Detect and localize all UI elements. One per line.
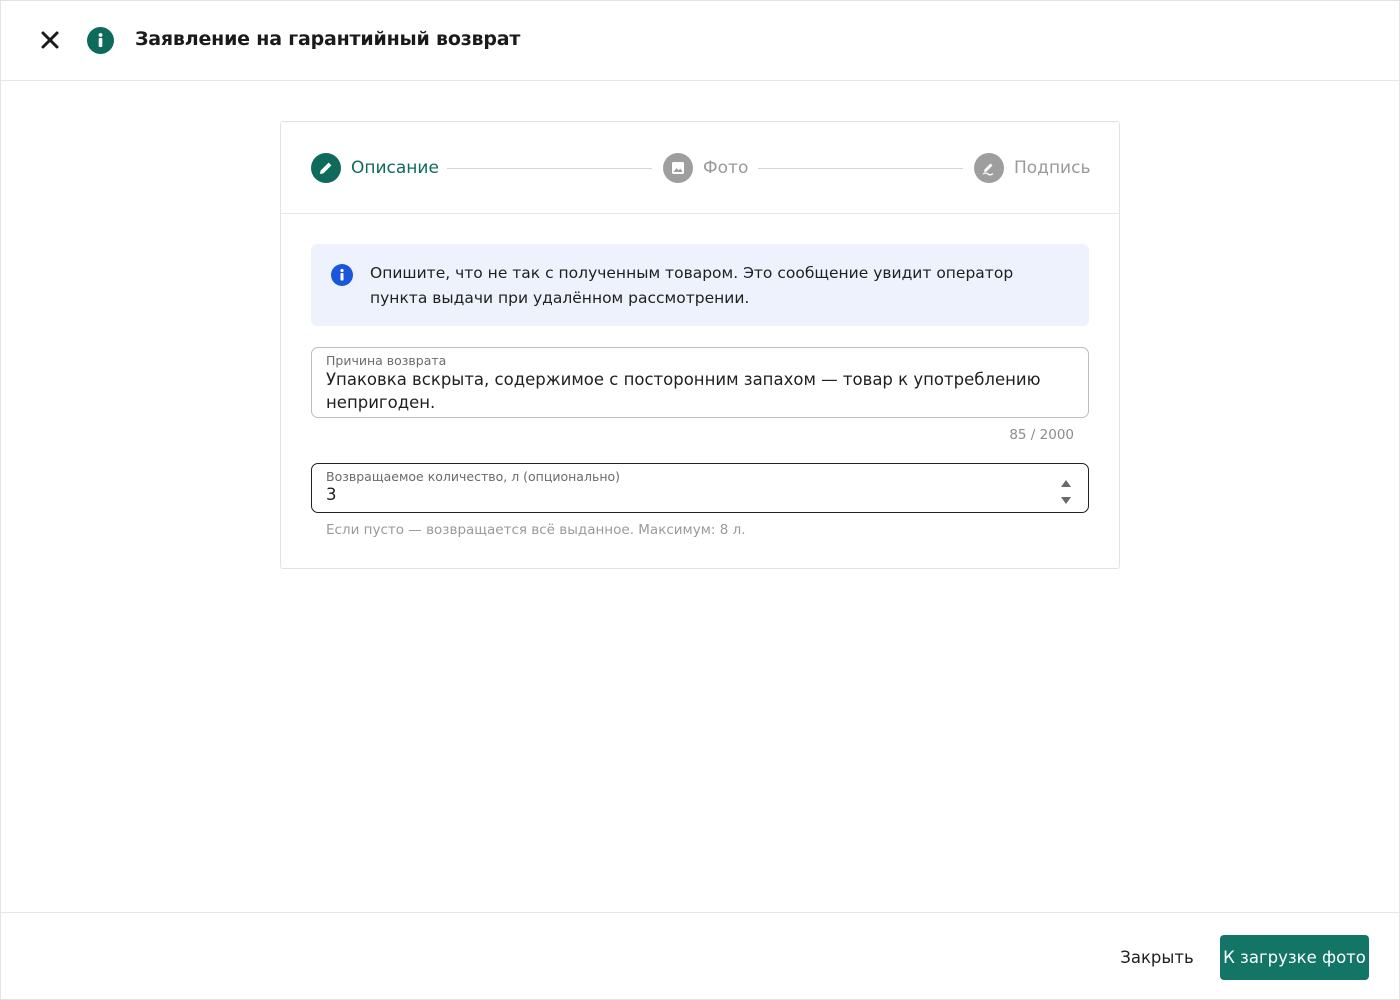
step-signature[interactable]: Подпись (974, 152, 1090, 184)
close-button[interactable] (30, 20, 70, 60)
char-counter: 85 / 2000 (1009, 427, 1074, 443)
quantity-field-value[interactable]: 3 (326, 483, 1058, 506)
signature-icon (982, 163, 994, 176)
image-icon (672, 162, 684, 174)
reason-field[interactable]: Причина возврата Упаковка вскрыта, содер… (311, 347, 1089, 418)
step-connector (758, 168, 963, 169)
reason-field-label: Причина возврата (326, 353, 447, 368)
info-banner-text: Опишите, что не так с полученным товаром… (370, 264, 1014, 307)
quantity-field[interactable]: Возвращаемое количество, л (опционально)… (311, 463, 1089, 513)
step-label: Фото (703, 158, 749, 178)
stepper: Описание Фото Подпись (281, 122, 1119, 214)
step-description[interactable]: Описание (311, 152, 439, 184)
info-banner: Опишите, что не так с полученным товаром… (311, 244, 1089, 326)
step-label: Описание (351, 158, 439, 178)
next-to-photo-button[interactable]: К загрузке фото (1220, 935, 1369, 980)
quantity-stepper[interactable] (1060, 480, 1072, 504)
step-label: Подпись (1014, 158, 1091, 178)
increment-icon[interactable] (1061, 480, 1071, 487)
quantity-helper-text: Если пусто — возвращается всё выданное. … (326, 522, 746, 538)
form-card: Описание Фото Подпись Опишите, что не та… (280, 121, 1120, 569)
close-icon (41, 31, 59, 49)
footer: Закрыть К загрузке фото (0, 912, 1400, 1000)
reason-field-value[interactable]: Упаковка вскрыта, содержимое с посторонн… (326, 368, 1058, 414)
step-connector (447, 168, 652, 169)
quantity-field-label: Возвращаемое количество, л (опционально) (326, 469, 621, 484)
info-icon (87, 27, 114, 54)
page-title: Заявление на гарантийный возврат (135, 28, 521, 50)
step-photo[interactable]: Фото (663, 152, 748, 184)
info-icon (331, 264, 353, 286)
header: Заявление на гарантийный возврат (0, 0, 1400, 81)
pencil-icon (320, 162, 332, 174)
decrement-icon[interactable] (1061, 497, 1071, 504)
close-text-button[interactable]: Закрыть (1108, 935, 1206, 980)
